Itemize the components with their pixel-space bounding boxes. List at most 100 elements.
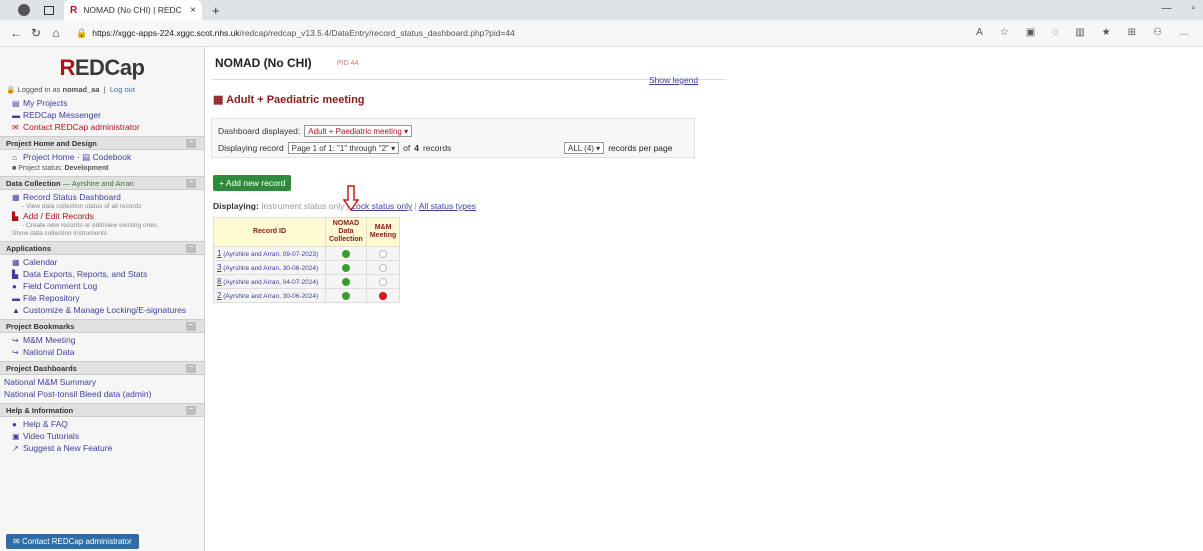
codebook-link[interactable]: Codebook bbox=[93, 152, 132, 162]
logout-link[interactable]: Log out bbox=[110, 85, 135, 94]
home-icon[interactable]: ⌂ bbox=[46, 26, 66, 40]
home-design-links: ⌂ Project Home · ▤ Codebook bbox=[12, 152, 132, 162]
mm-status-cell[interactable] bbox=[365, 288, 401, 303]
project-id: PID 44 bbox=[337, 60, 359, 67]
nomad-status-cell[interactable] bbox=[325, 274, 367, 289]
messenger-link[interactable]: ▬ REDCap Messenger bbox=[0, 109, 204, 121]
browser-titlebar: R NOMAD (No CHI) | REDCap × + — ▫ bbox=[0, 0, 1203, 20]
bookmark-arrow-icon: ↪ bbox=[12, 336, 19, 345]
record-id-cell[interactable]: 1 (Ayrshire and Arran, 09-07-2023) bbox=[213, 246, 326, 261]
calendar-link[interactable]: ▦ Calendar bbox=[0, 255, 204, 268]
per-page-select[interactable]: ALL (4) ▾ bbox=[564, 142, 605, 154]
file-repository-link[interactable]: ▬ File Repository bbox=[0, 292, 204, 304]
contact-admin-button[interactable]: ✉ Contact REDCap administrator bbox=[6, 534, 139, 549]
status-incomplete-icon[interactable] bbox=[379, 277, 388, 286]
status-complete-icon[interactable] bbox=[341, 291, 350, 300]
record-status-desc: - View data collection status of all rec… bbox=[22, 203, 142, 210]
browser-tab[interactable]: R NOMAD (No CHI) | REDCap × bbox=[64, 0, 202, 20]
record-id-cell[interactable]: 3 (Ayrshire and Arran, 30-06-2024) bbox=[213, 260, 326, 275]
split-screen-icon[interactable]: ▥ bbox=[1075, 27, 1084, 38]
per-page-row: ALL (4) ▾ records per page bbox=[564, 142, 672, 154]
minimize-icon[interactable]: — bbox=[1161, 3, 1171, 14]
dashboard-post-tonsil[interactable]: National Post-tonsil Bleed data (admin) bbox=[0, 388, 204, 400]
collapse-icon[interactable]: − bbox=[186, 322, 196, 331]
col-record-id[interactable]: Record ID bbox=[213, 217, 326, 247]
page-select[interactable]: Page 1 of 1: "1" through "2" ▾ bbox=[287, 142, 400, 154]
dashboard-select[interactable]: Adult + Paediatric meeting ▾ bbox=[304, 125, 413, 137]
status-complete-icon[interactable] bbox=[341, 249, 350, 258]
collapse-icon[interactable]: − bbox=[186, 244, 196, 253]
restore-icon[interactable]: ▫ bbox=[1191, 3, 1195, 14]
more-icon[interactable]: … bbox=[1179, 27, 1189, 38]
mm-status-cell[interactable] bbox=[365, 246, 401, 261]
envelope-icon: ✉ bbox=[13, 537, 20, 546]
sync-icon[interactable]: ◌ bbox=[1052, 27, 1058, 38]
my-projects-link[interactable]: ▤ My Projects bbox=[0, 97, 204, 109]
lock-small-icon: 🔒 bbox=[6, 85, 16, 94]
contact-admin-link[interactable]: ✉ Contact REDCap administrator bbox=[0, 121, 204, 133]
envelope-icon: ✉ bbox=[12, 123, 19, 132]
field-comment-log-link[interactable]: ● Field Comment Log bbox=[0, 280, 204, 292]
project-status: ■ Project status: Development bbox=[12, 165, 109, 172]
show-legend-link[interactable]: Show legend bbox=[649, 75, 698, 85]
profile-icon[interactable]: ⚇ bbox=[1153, 27, 1162, 38]
status-red-icon[interactable] bbox=[379, 291, 388, 300]
nomad-status-cell[interactable] bbox=[325, 260, 367, 275]
dashboard-mm-summary[interactable]: National M&M Summary bbox=[0, 375, 204, 388]
lock-status-only-link[interactable]: Lock status only bbox=[351, 201, 412, 211]
login-info: 🔒 Logged in as nomad_aa | Log out bbox=[6, 85, 135, 94]
address-bar: ← ↻ ⌂ 🔒 https://xggc-apps-224.xggc.scot.… bbox=[0, 20, 1203, 47]
dashboard-options: Dashboard displayed: Adult + Paediatric … bbox=[211, 118, 695, 158]
redcap-logo[interactable]: REDCap bbox=[0, 47, 204, 85]
project-home-link[interactable]: Project Home bbox=[23, 152, 75, 162]
col-nomad-data-collection: NOMAD Data Collection bbox=[325, 217, 367, 247]
all-status-types-link[interactable]: All status types bbox=[419, 201, 476, 211]
nomad-status-cell[interactable] bbox=[325, 288, 367, 303]
collapse-icon[interactable]: − bbox=[186, 179, 196, 188]
favorites-icon[interactable]: ★ bbox=[1102, 27, 1111, 38]
status-incomplete-icon[interactable] bbox=[379, 263, 388, 272]
bookmark-mm-meeting[interactable]: ↪ M&M Meeting bbox=[0, 333, 204, 346]
nomad-status-cell[interactable] bbox=[325, 246, 367, 261]
video-tutorials-link[interactable]: ▣ Video Tutorials bbox=[0, 430, 204, 442]
suggest-icon: ↗ bbox=[12, 444, 19, 453]
dashboard-select-row: Dashboard displayed: Adult + Paediatric … bbox=[218, 125, 413, 137]
extension-icon[interactable]: ▣ bbox=[1026, 27, 1035, 38]
tab-close-icon[interactable]: × bbox=[190, 5, 196, 16]
refresh-icon[interactable]: ↻ bbox=[26, 26, 46, 40]
status-complete-icon[interactable] bbox=[341, 263, 350, 272]
collapse-icon[interactable]: − bbox=[186, 364, 196, 373]
profile-avatar-icon[interactable] bbox=[18, 4, 30, 16]
mm-status-cell[interactable] bbox=[365, 260, 401, 275]
collections-icon[interactable]: ⊞ bbox=[1128, 27, 1136, 38]
suggest-feature-link[interactable]: ↗ Suggest a New Feature bbox=[0, 442, 204, 454]
add-new-record-button[interactable]: + Add new record bbox=[213, 175, 292, 191]
record-status-dashboard-link[interactable]: ▦ Record Status Dashboard bbox=[0, 190, 204, 203]
browser-toolbar-icons: A ☆ ▣ ◌ ▥ ★ ⊞ ⚇ … bbox=[976, 27, 1189, 38]
record-id-cell[interactable]: 8 (Ayrshire and Arran, 04-07-2024) bbox=[213, 274, 326, 289]
record-id-cell[interactable]: 2 (Ayrshire and Arran, 30-06-2024) bbox=[213, 288, 326, 303]
locking-link[interactable]: ▲ Customize & Manage Locking/E-signatures bbox=[0, 304, 204, 316]
help-faq-link[interactable]: ● Help & FAQ bbox=[0, 417, 204, 430]
section-home-design: Project Home and Design − bbox=[0, 136, 204, 150]
tab-actions-icon[interactable] bbox=[44, 5, 54, 15]
bookmark-arrow-icon: ↪ bbox=[12, 348, 19, 357]
data-exports-link[interactable]: ▙ Data Exports, Reports, and Stats bbox=[0, 268, 204, 280]
back-icon[interactable]: ← bbox=[6, 26, 26, 40]
add-edit-desc: - Create new records or edit/view existi… bbox=[22, 222, 158, 229]
table-row: 3 (Ayrshire and Arran, 30-06-2024) bbox=[213, 260, 401, 275]
show-instruments-link[interactable]: Show data collection instruments bbox=[0, 229, 204, 238]
favorite-star-icon[interactable]: ☆ bbox=[1000, 27, 1009, 38]
table-icon: ▦ bbox=[213, 94, 224, 106]
new-tab-button[interactable]: + bbox=[212, 3, 220, 18]
collapse-icon[interactable]: − bbox=[186, 406, 196, 415]
collapse-icon[interactable]: − bbox=[186, 139, 196, 148]
bookmark-national-data[interactable]: ↪ National Data bbox=[0, 346, 204, 358]
table-row: 2 (Ayrshire and Arran, 30-06-2024) bbox=[213, 288, 401, 303]
url-field[interactable]: 🔒 https://xggc-apps-224.xggc.scot.nhs.uk… bbox=[76, 28, 515, 39]
status-incomplete-icon[interactable] bbox=[379, 249, 388, 258]
read-aloud-icon[interactable]: A bbox=[976, 27, 983, 38]
mm-status-cell[interactable] bbox=[365, 274, 401, 289]
status-complete-icon[interactable] bbox=[341, 277, 350, 286]
add-edit-records-link[interactable]: ▙ Add / Edit Records bbox=[0, 210, 204, 222]
